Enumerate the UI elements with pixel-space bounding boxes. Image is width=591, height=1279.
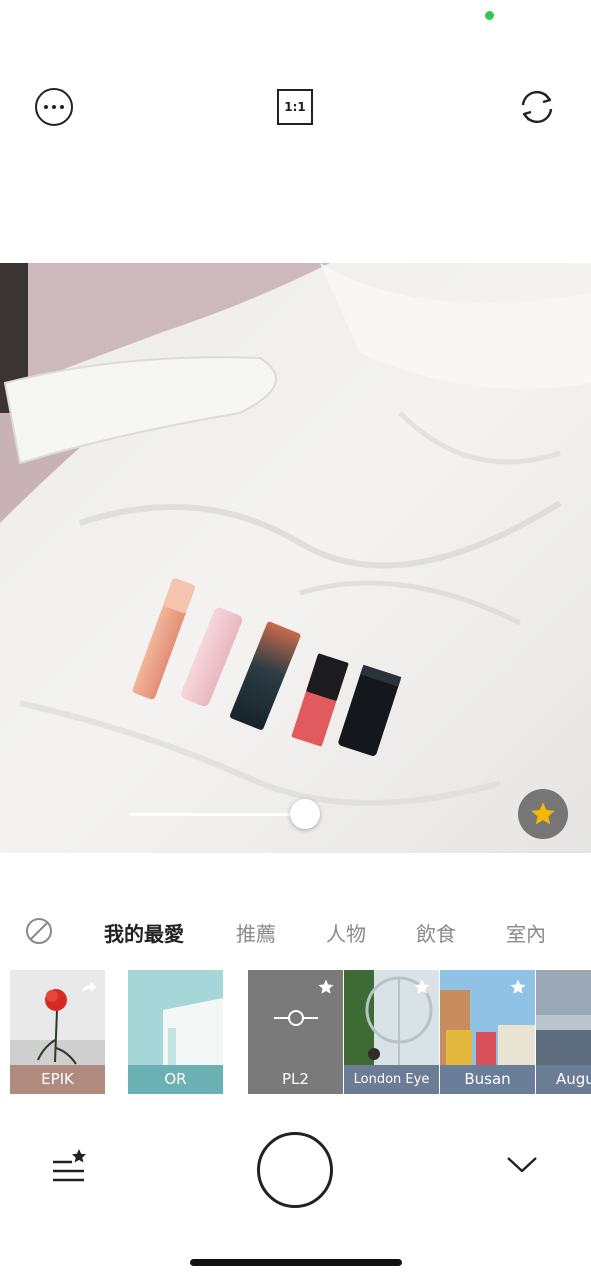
- favorite-filter-button[interactable]: [518, 789, 568, 839]
- star-icon: [510, 979, 526, 994]
- filter-label: EPIK: [10, 1065, 105, 1094]
- aspect-ratio-label: 1:1: [277, 89, 313, 125]
- recording-indicator-dot: [485, 11, 494, 20]
- share-icon: [81, 981, 97, 993]
- more-horizontal-icon: [35, 88, 73, 126]
- filter-thumb-busan[interactable]: Busan: [440, 970, 535, 1094]
- camera-preview[interactable]: [0, 263, 591, 853]
- tab-indoor[interactable]: 室內: [506, 918, 546, 947]
- filter-label: Busan: [440, 1065, 535, 1094]
- star-icon: [318, 979, 334, 994]
- tab-food[interactable]: 飲食: [416, 918, 456, 947]
- filter-label: PL2: [248, 1065, 343, 1094]
- filter-intensity-slider[interactable]: [130, 813, 310, 816]
- star-icon: [414, 979, 430, 994]
- no-filter-icon[interactable]: [25, 917, 53, 945]
- filter-label: OR: [128, 1065, 223, 1094]
- home-indicator: [190, 1259, 402, 1266]
- switch-camera-button[interactable]: [514, 84, 560, 130]
- filter-label: Augu: [536, 1065, 591, 1094]
- favorites-list-icon[interactable]: [50, 1148, 90, 1184]
- tab-recommended[interactable]: 推薦: [236, 918, 276, 947]
- filter-thumb-epik[interactable]: EPIK: [10, 970, 105, 1094]
- filter-thumb-augu[interactable]: Augu: [536, 970, 591, 1094]
- filter-intensity-handle[interactable]: [289, 799, 320, 829]
- star-icon: [531, 802, 555, 825]
- aspect-ratio-button[interactable]: 1:1: [272, 84, 318, 130]
- shutter-button[interactable]: [257, 1132, 333, 1208]
- tab-people[interactable]: 人物: [326, 918, 366, 947]
- camera-switch-icon: [521, 90, 553, 124]
- filter-thumb-london-eye[interactable]: London Eye: [344, 970, 439, 1094]
- filter-label: London Eye: [344, 1065, 439, 1094]
- filter-thumb-pl2[interactable]: PL2: [248, 970, 343, 1094]
- tab-favorites[interactable]: 我的最愛: [104, 918, 184, 947]
- chevron-down-icon[interactable]: [505, 1150, 539, 1178]
- preview-image: [0, 263, 591, 853]
- filter-thumb-or[interactable]: OR: [128, 970, 223, 1094]
- more-options-button[interactable]: [31, 84, 77, 130]
